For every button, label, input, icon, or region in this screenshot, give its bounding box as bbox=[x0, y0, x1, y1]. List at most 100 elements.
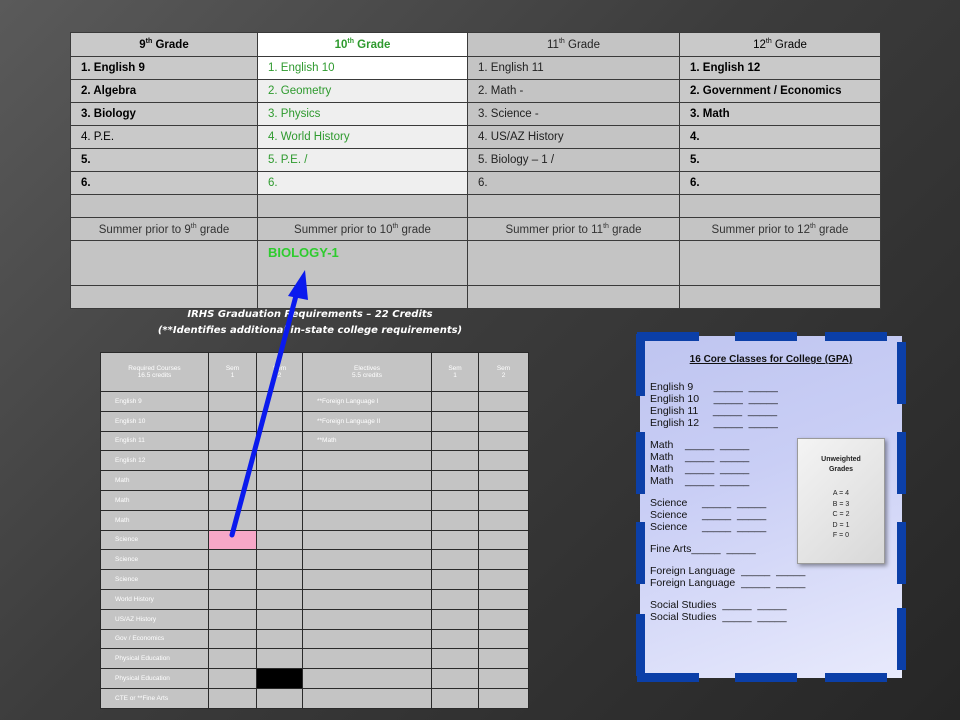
elective-cell bbox=[302, 628, 432, 650]
elective-cell bbox=[302, 489, 432, 511]
course-cell: 4. World History bbox=[257, 125, 468, 149]
elective-sem1-cell bbox=[431, 628, 479, 650]
card-tab-top bbox=[637, 332, 699, 341]
elective-sem2-cell bbox=[478, 470, 529, 491]
blank-cell bbox=[257, 194, 468, 218]
sem1-cell bbox=[208, 430, 257, 452]
card-tab-bottom bbox=[637, 673, 699, 682]
blank-cell bbox=[679, 285, 881, 309]
electives-header: Electives 5.5 credits bbox=[302, 352, 432, 392]
sem1-cell bbox=[208, 509, 257, 531]
sem2-header: Sem 2 bbox=[256, 352, 303, 392]
req-row: English 12 bbox=[100, 450, 529, 472]
elective-cell: **Math bbox=[302, 430, 432, 452]
blank-cell bbox=[467, 285, 680, 309]
required-course-cell: Math bbox=[100, 470, 209, 491]
course-cell: 2. Algebra bbox=[70, 79, 258, 103]
core-line: Science _____ _____ bbox=[650, 509, 767, 521]
blank-cell bbox=[467, 194, 680, 218]
sem1-cell bbox=[208, 628, 257, 650]
sem1-header: Sem 1 bbox=[208, 352, 257, 392]
core-gap bbox=[650, 533, 805, 543]
course-cell: 2. Geometry bbox=[257, 79, 468, 103]
required-course-cell: Science bbox=[100, 549, 209, 571]
elective-cell bbox=[302, 470, 432, 491]
elective-sem2-cell bbox=[478, 489, 529, 511]
req-row: English 10 **Foreign Language II bbox=[100, 410, 529, 432]
req-header-row: Required Courses 16.5 credits Sem 1 Sem 2 E… bbox=[100, 352, 529, 392]
sem1-cell bbox=[208, 391, 257, 412]
required-course-cell: English 11 bbox=[100, 430, 209, 452]
required-course-cell: US/AZ History bbox=[100, 608, 209, 630]
elective-cell bbox=[302, 509, 432, 531]
grade-scale-item: F = 0 bbox=[832, 532, 850, 539]
elective-cell bbox=[302, 569, 432, 590]
elective-cell bbox=[302, 648, 432, 670]
course-cell: 2. Government / Economics bbox=[679, 79, 881, 103]
summer-header-9: Summer prior to 9th grade bbox=[70, 217, 258, 241]
sem2-cell bbox=[256, 529, 303, 551]
summer-biology-entry: BIOLOGY-1 bbox=[268, 245, 339, 260]
req-row: Gov / Economics bbox=[100, 628, 529, 650]
elective-sem1-cell bbox=[431, 648, 479, 670]
grade-header-row: 9th Grade 10th Grade 11th Grade 12th Gra… bbox=[70, 32, 881, 57]
required-course-cell: Math bbox=[100, 509, 209, 531]
sem2-cell bbox=[256, 608, 303, 630]
course-cell: 4. P.E. bbox=[70, 125, 258, 149]
course-cell: 1. English 11 bbox=[467, 56, 680, 80]
sem2-cell bbox=[256, 489, 303, 511]
card-tab-right bbox=[897, 432, 906, 494]
course-cell: 4. bbox=[679, 125, 881, 149]
elective-sem1-cell bbox=[431, 687, 479, 709]
blank-row bbox=[70, 194, 881, 218]
sem2-cell bbox=[256, 509, 303, 531]
required-course-cell: Physical Education bbox=[100, 648, 209, 670]
elective-sem1-header: Sem 1 bbox=[431, 352, 479, 392]
core-line: English 9 _____ _____ bbox=[650, 381, 778, 393]
core-line: English 10 _____ _____ bbox=[650, 393, 778, 405]
elective-sem2-cell bbox=[478, 549, 529, 571]
course-cell: 1. English 9 bbox=[70, 56, 258, 80]
course-row: 5. 5. P.E. / 5. Biology – 1 / 5. bbox=[70, 148, 881, 172]
required-course-cell: Math bbox=[100, 489, 209, 511]
card-tab-left bbox=[636, 522, 645, 584]
core-line: English 11 _____ _____ bbox=[650, 405, 778, 417]
card-tab-left bbox=[636, 334, 645, 396]
elective-sem1-cell bbox=[431, 529, 479, 551]
course-cell: 6. bbox=[679, 171, 881, 195]
core-gap bbox=[650, 487, 805, 497]
unweighted-grades-box: Unweighted Grades A = 4 B = 3 C = 2 D = 1 F =… bbox=[797, 438, 885, 564]
course-cell: 5. bbox=[679, 148, 881, 172]
core-classes-list: English 9 _____ _____ English 10 _____ __… bbox=[650, 381, 805, 623]
course-cell: 3. Physics bbox=[257, 102, 468, 126]
core-line: Foreign Language _____ _____ bbox=[650, 577, 806, 589]
elective-cell bbox=[302, 687, 432, 709]
header-10th-grade: 10th Grade bbox=[257, 32, 468, 57]
required-course-cell: Physical Education bbox=[100, 668, 209, 689]
card-tab-top bbox=[825, 332, 887, 341]
elective-sem2-cell bbox=[478, 430, 529, 452]
card-tab-right bbox=[897, 522, 906, 584]
core-gap bbox=[650, 429, 805, 439]
elective-sem1-cell bbox=[431, 391, 479, 412]
card-tab-top bbox=[735, 332, 797, 341]
req-row: Science bbox=[100, 569, 529, 590]
blank-cell bbox=[70, 285, 258, 309]
required-course-cell: English 12 bbox=[100, 450, 209, 472]
sem1-cell bbox=[208, 608, 257, 630]
sem2-cell bbox=[256, 430, 303, 452]
elective-sem2-cell bbox=[478, 628, 529, 650]
course-cell: 6. bbox=[467, 171, 680, 195]
card-tab-right bbox=[897, 342, 906, 404]
req-row: Math bbox=[100, 509, 529, 531]
required-course-cell: English 10 bbox=[100, 410, 209, 432]
summer-header-row: Summer prior to 9th grade Summer prior t… bbox=[70, 217, 881, 241]
elective-cell bbox=[302, 529, 432, 551]
elective-sem1-cell bbox=[431, 608, 479, 630]
slide: 9th Grade 10th Grade 11th Grade 12th Gra… bbox=[0, 0, 960, 720]
blank-cell bbox=[70, 194, 258, 218]
blank-row bbox=[70, 285, 881, 309]
core-line: English 12 _____ _____ bbox=[650, 417, 778, 429]
grade-scale-item: D = 1 bbox=[832, 521, 850, 529]
course-cell: 2. Math - bbox=[467, 79, 680, 103]
